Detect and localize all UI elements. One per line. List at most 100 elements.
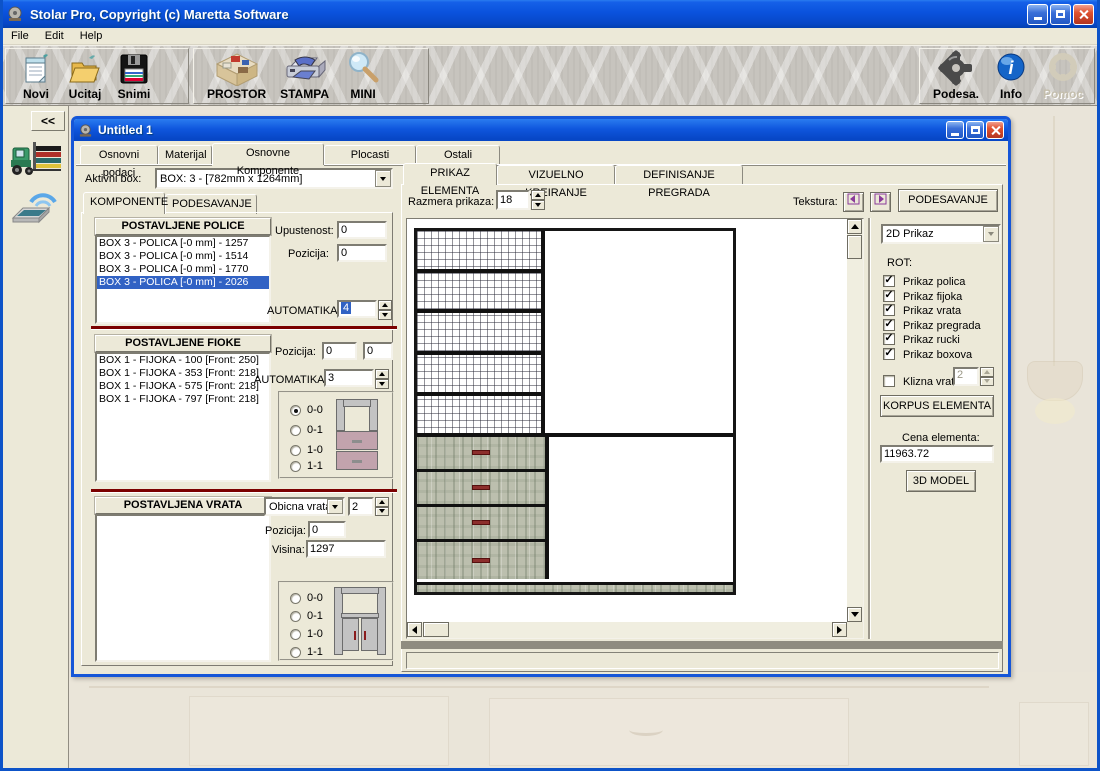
maximize-button[interactable] [1050, 4, 1071, 25]
tab-materijal[interactable]: Materijal [158, 145, 212, 165]
save-button[interactable]: Snimi [110, 49, 158, 101]
spin-up-button[interactable] [375, 497, 389, 507]
spin-down-button[interactable] [980, 377, 994, 387]
checkbox-prikaz-rucki[interactable] [883, 333, 895, 345]
spin-down-button[interactable] [375, 507, 389, 517]
radio-0-1[interactable] [290, 611, 301, 622]
fioke-list[interactable]: BOX 1 - FIJOKA - 100 [Front: 250] BOX 1 … [95, 352, 271, 482]
tab-definisanje-pregrada[interactable]: DEFINISANJE PREGRADA [615, 165, 743, 185]
close-button[interactable] [1073, 4, 1094, 25]
checkbox-prikaz-boxova[interactable] [883, 348, 895, 360]
radio-0-1[interactable] [290, 425, 301, 436]
list-item[interactable]: BOX 1 - FIJOKA - 100 [Front: 250] [97, 354, 269, 367]
checkbox-prikaz-fijoka[interactable] [883, 290, 895, 302]
doc-close-button[interactable] [986, 121, 1004, 139]
vertical-scroll-thumb[interactable] [847, 235, 862, 259]
visina-input[interactable] [306, 540, 386, 558]
combo-arrow-button[interactable] [983, 226, 999, 242]
horizontal-scroll-thumb[interactable] [423, 622, 449, 637]
sidebar-collapse-button[interactable]: << [31, 111, 65, 131]
tab-ostali-materijal[interactable]: Ostali materijal [416, 145, 500, 165]
tab-prikaz-elementa[interactable]: PRIKAZ ELEMENTA [403, 163, 497, 185]
korpus-elementa-button[interactable]: KORPUS ELEMENTA [880, 395, 994, 417]
menu-edit[interactable]: Edit [37, 29, 72, 43]
tab-komponente[interactable]: KOMPONENTE [83, 192, 165, 214]
vrata-list[interactable] [95, 514, 271, 662]
scroll-up-button[interactable] [847, 219, 862, 234]
radio-0-0[interactable] [290, 405, 301, 416]
radio-0-0[interactable] [290, 593, 301, 604]
fioke-pozicija-input-2[interactable] [363, 342, 393, 360]
spin-up-button[interactable] [378, 300, 392, 310]
list-item[interactable]: BOX 1 - FIJOKA - 353 [Front: 218] [97, 367, 269, 380]
police-automatika-input[interactable]: 4 [337, 300, 377, 318]
spin-up-button[interactable] [531, 190, 545, 200]
list-item-selected[interactable]: BOX 3 - POLICA [-0 mm] - 2026 [97, 276, 269, 289]
scroll-down-button[interactable] [847, 607, 862, 622]
police-list[interactable]: BOX 3 - POLICA [-0 mm] - 1257 BOX 3 - PO… [95, 235, 271, 324]
stampa-button[interactable]: STAMPA [273, 49, 336, 101]
checkbox-klizna-vrata[interactable] [883, 375, 895, 387]
podesa-button[interactable]: Podesa. [926, 49, 986, 101]
fioke-automatika-input[interactable] [324, 369, 374, 387]
vrata-type-combo[interactable]: Obicna vrata [264, 497, 345, 516]
menu-help[interactable]: Help [72, 29, 111, 43]
view-mode-combo[interactable]: 2D Prikaz [881, 224, 1001, 244]
scroll-right-button[interactable] [832, 622, 847, 637]
razmera-input[interactable] [496, 190, 530, 210]
tab-osnovni-podaci[interactable]: Osnovni podaci [80, 145, 158, 165]
vrata-count-input[interactable] [348, 497, 374, 516]
vertical-scrollbar[interactable] [847, 219, 863, 622]
pomoc-button[interactable]: Pomoc [1036, 49, 1090, 101]
scroll-left-button[interactable] [407, 622, 422, 637]
minimize-button[interactable] [1027, 4, 1048, 25]
texture-next-button[interactable] [870, 192, 891, 212]
texture-prev-button[interactable] [843, 192, 864, 212]
prostor-button[interactable]: PROSTOR [200, 49, 273, 101]
list-item[interactable]: BOX 1 - FIJOKA - 575 [Front: 218] [97, 380, 269, 393]
scanner-icon[interactable] [9, 184, 63, 226]
tab-plocasti-materijal[interactable]: Plocasti materijal [324, 145, 416, 165]
cena-elementa-input[interactable] [880, 445, 994, 463]
checkbox-prikaz-vrata[interactable] [883, 304, 895, 316]
police-pozicija-input[interactable] [337, 244, 387, 262]
checkbox-prikaz-pregrada[interactable] [883, 319, 895, 331]
klizna-count-input[interactable]: 2 [953, 367, 979, 386]
doc-minimize-button[interactable] [946, 121, 964, 139]
horizontal-scrollbar[interactable] [407, 622, 847, 638]
spin-up-button[interactable] [980, 367, 994, 377]
open-button[interactable]: Ucitaj [60, 49, 110, 101]
model-3d-button[interactable]: 3D MODEL [906, 470, 976, 492]
spin-down-button[interactable] [378, 310, 392, 320]
tab-podesavanje[interactable]: PODESAVANJE [165, 194, 257, 214]
list-item[interactable]: BOX 3 - POLICA [-0 mm] - 1514 [97, 250, 269, 263]
radio-1-1[interactable] [290, 647, 301, 658]
list-item[interactable]: BOX 1 - FIJOKA - 797 [Front: 218] [97, 393, 269, 406]
list-item[interactable]: BOX 3 - POLICA [-0 mm] - 1770 [97, 263, 269, 276]
forklift-icon[interactable] [9, 138, 63, 178]
spin-down-button[interactable] [375, 379, 389, 389]
drawing-canvas[interactable] [406, 218, 864, 639]
mini-button[interactable]: MINI [336, 49, 390, 101]
tab-osnovne-komponente[interactable]: Osnovne Komponente [212, 143, 324, 165]
tab-vizuelno-kreiranje[interactable]: VIZUELNO KREIRANJE [497, 165, 615, 185]
menu-file[interactable]: File [3, 29, 37, 43]
doc-maximize-button[interactable] [966, 121, 984, 139]
info-button[interactable]: i Info [986, 49, 1036, 101]
vrata-pozicija-input[interactable] [308, 521, 346, 538]
combo-arrow-button[interactable] [327, 499, 343, 514]
radio-1-0[interactable] [290, 445, 301, 456]
drawer-stack [417, 437, 545, 579]
list-item[interactable]: BOX 3 - POLICA [-0 mm] - 1257 [97, 237, 269, 250]
checkbox-prikaz-polica[interactable] [883, 275, 895, 287]
toolbar: Novi Ucitaj Snimi PROSTOR STAMPA MI [3, 45, 1097, 106]
radio-1-0[interactable] [290, 629, 301, 640]
spin-up-button[interactable] [375, 369, 389, 379]
radio-1-1[interactable] [290, 461, 301, 472]
upustenost-input[interactable] [337, 221, 387, 239]
combo-arrow-button[interactable] [375, 170, 391, 187]
fioke-pozicija-input-1[interactable] [322, 342, 357, 360]
podesavanje-button[interactable]: PODESAVANJE [898, 189, 998, 212]
spin-down-button[interactable] [531, 200, 545, 210]
new-button[interactable]: Novi [12, 49, 60, 101]
